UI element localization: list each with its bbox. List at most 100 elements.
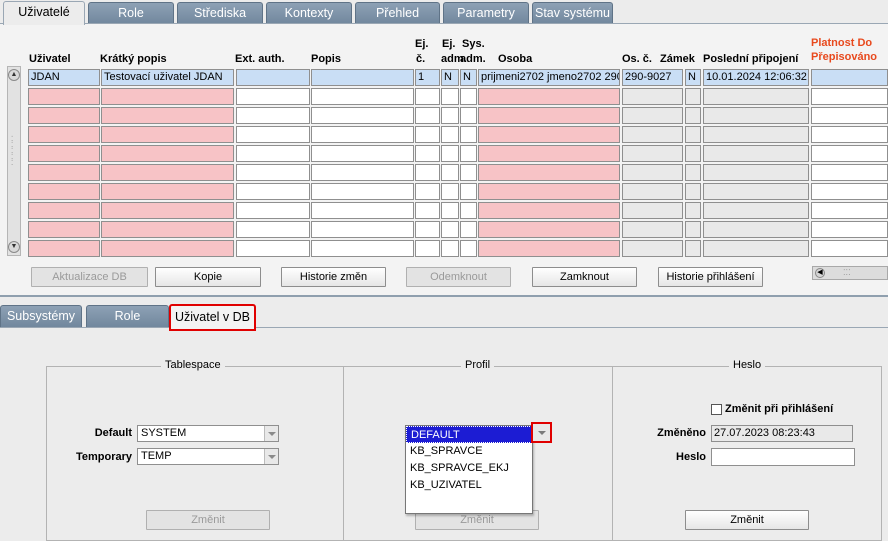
cell-platnost-do[interactable]: [811, 221, 888, 238]
cell-ej-adm[interactable]: [441, 88, 459, 105]
cell-os-c[interactable]: [622, 164, 683, 181]
cell-osoba[interactable]: [478, 88, 620, 105]
cell-os-c[interactable]: [622, 107, 683, 124]
profil-option[interactable]: KB_UZIVATEL: [406, 477, 532, 494]
cell-posledni-pripojeni[interactable]: [703, 145, 809, 162]
scroll-down-icon[interactable]: ▼: [8, 241, 20, 253]
scroll-grip-icon[interactable]: ⁚ ⁚ ⁚ ⁚ ⁚: [11, 136, 17, 167]
cell-osoba[interactable]: [478, 183, 620, 200]
tab-role[interactable]: Role: [88, 2, 174, 24]
cell-os-c[interactable]: 290-9027: [622, 69, 683, 86]
cell-popis[interactable]: [311, 202, 414, 219]
cell-ej-adm[interactable]: [441, 221, 459, 238]
cell-osoba[interactable]: [478, 107, 620, 124]
cell-osoba[interactable]: [478, 240, 620, 257]
cell-ej-c[interactable]: [415, 145, 440, 162]
cell-posledni-pripojeni[interactable]: [703, 202, 809, 219]
cell-kratky-popis[interactable]: [101, 183, 234, 200]
cell-uzivatel[interactable]: [28, 240, 100, 257]
cell-platnost-do[interactable]: [811, 145, 888, 162]
cell-os-c[interactable]: [622, 221, 683, 238]
cell-uzivatel[interactable]: [28, 164, 100, 181]
cell-osoba[interactable]: [478, 126, 620, 143]
cell-kratky-popis[interactable]: [101, 202, 234, 219]
cell-ext-auth[interactable]: [236, 88, 310, 105]
cell-platnost-do[interactable]: [811, 107, 888, 124]
cell-osoba[interactable]: [478, 145, 620, 162]
historie-prihlaseni-button[interactable]: Historie přihlášení: [658, 267, 763, 287]
cell-sys-adm[interactable]: [460, 183, 477, 200]
cell-ext-auth[interactable]: [236, 164, 310, 181]
cell-ej-c[interactable]: [415, 240, 440, 257]
cell-uzivatel[interactable]: [28, 202, 100, 219]
historie-zmen-button[interactable]: Historie změn: [281, 267, 386, 287]
zamknout-button[interactable]: Zamknout: [532, 267, 637, 287]
cell-popis[interactable]: [311, 183, 414, 200]
profil-option[interactable]: DEFAULT: [406, 426, 532, 443]
cell-posledni-pripojeni[interactable]: [703, 183, 809, 200]
cell-zamek[interactable]: [685, 126, 701, 143]
heslo-zmenit-button[interactable]: Změnit: [685, 510, 809, 530]
tab-subsystemy[interactable]: Subsystémy: [0, 305, 82, 327]
cell-ext-auth[interactable]: [236, 126, 310, 143]
temporary-tablespace-select[interactable]: TEMP: [137, 448, 279, 465]
cell-osoba[interactable]: [478, 202, 620, 219]
cell-posledni-pripojeni[interactable]: [703, 164, 809, 181]
cell-zamek[interactable]: [685, 88, 701, 105]
table-vertical-scrollbar[interactable]: ▲ ⁚ ⁚ ⁚ ⁚ ⁚ ▼: [7, 66, 21, 256]
cell-platnost-do[interactable]: [811, 69, 888, 86]
tab-kontexty[interactable]: Kontexty: [266, 2, 352, 24]
cell-kratky-popis[interactable]: [101, 126, 234, 143]
cell-ej-c[interactable]: [415, 126, 440, 143]
cell-ej-adm[interactable]: [441, 126, 459, 143]
cell-zamek[interactable]: [685, 164, 701, 181]
cell-ext-auth[interactable]: [236, 202, 310, 219]
cell-osoba[interactable]: prijmeni2702 jmeno2702 290-: [478, 69, 620, 86]
cell-uzivatel[interactable]: [28, 221, 100, 238]
cell-kratky-popis[interactable]: [101, 164, 234, 181]
cell-zamek[interactable]: [685, 221, 701, 238]
cell-os-c[interactable]: [622, 183, 683, 200]
cell-uzivatel[interactable]: JDAN: [28, 69, 100, 86]
profil-option[interactable]: KB_SPRAVCE_EKJ: [406, 460, 532, 477]
cell-sys-adm[interactable]: [460, 126, 477, 143]
cell-popis[interactable]: [311, 164, 414, 181]
cell-sys-adm[interactable]: [460, 145, 477, 162]
cell-kratky-popis[interactable]: [101, 88, 234, 105]
cell-platnost-do[interactable]: [811, 164, 888, 181]
cell-os-c[interactable]: [622, 202, 683, 219]
profil-option[interactable]: KB_SPRAVCE: [406, 443, 532, 460]
cell-osoba[interactable]: [478, 221, 620, 238]
tab-uzivatel-v-db[interactable]: Uživatel v DB: [169, 304, 256, 331]
cell-ej-adm[interactable]: [441, 164, 459, 181]
cell-os-c[interactable]: [622, 145, 683, 162]
cell-kratky-popis[interactable]: [101, 240, 234, 257]
profil-dropdown-chevron-icon[interactable]: [531, 422, 552, 443]
cell-ej-adm[interactable]: [441, 240, 459, 257]
cell-sys-adm[interactable]: [460, 107, 477, 124]
cell-zamek[interactable]: [685, 240, 701, 257]
cell-popis[interactable]: [311, 240, 414, 257]
tablespace-zmenit-button[interactable]: Změnit: [146, 510, 270, 530]
hscroll-grip-icon[interactable]: ⁚⁚⁚: [843, 269, 851, 277]
cell-zamek[interactable]: [685, 183, 701, 200]
cell-popis[interactable]: [311, 69, 414, 86]
chevron-down-icon[interactable]: [264, 449, 278, 464]
cell-posledni-pripojeni[interactable]: [703, 126, 809, 143]
cell-platnost-do[interactable]: [811, 88, 888, 105]
cell-os-c[interactable]: [622, 126, 683, 143]
cell-sys-adm[interactable]: N: [460, 69, 477, 86]
cell-ext-auth[interactable]: [236, 183, 310, 200]
cell-zamek[interactable]: [685, 145, 701, 162]
cell-popis[interactable]: [311, 88, 414, 105]
cell-platnost-do[interactable]: [811, 240, 888, 257]
cell-sys-adm[interactable]: [460, 221, 477, 238]
cell-ej-c[interactable]: 1: [415, 69, 440, 86]
cell-kratky-popis[interactable]: [101, 145, 234, 162]
aktualizace-db-button[interactable]: Aktualizace DB: [31, 267, 148, 287]
tab-uzivatele[interactable]: Uživatelé: [3, 1, 85, 25]
profil-dropdown-list[interactable]: DEFAULT KB_SPRAVCE KB_SPRAVCE_EKJ KB_UZI…: [405, 425, 533, 514]
cell-posledni-pripojeni[interactable]: [703, 240, 809, 257]
cell-sys-adm[interactable]: [460, 202, 477, 219]
cell-osoba[interactable]: [478, 164, 620, 181]
